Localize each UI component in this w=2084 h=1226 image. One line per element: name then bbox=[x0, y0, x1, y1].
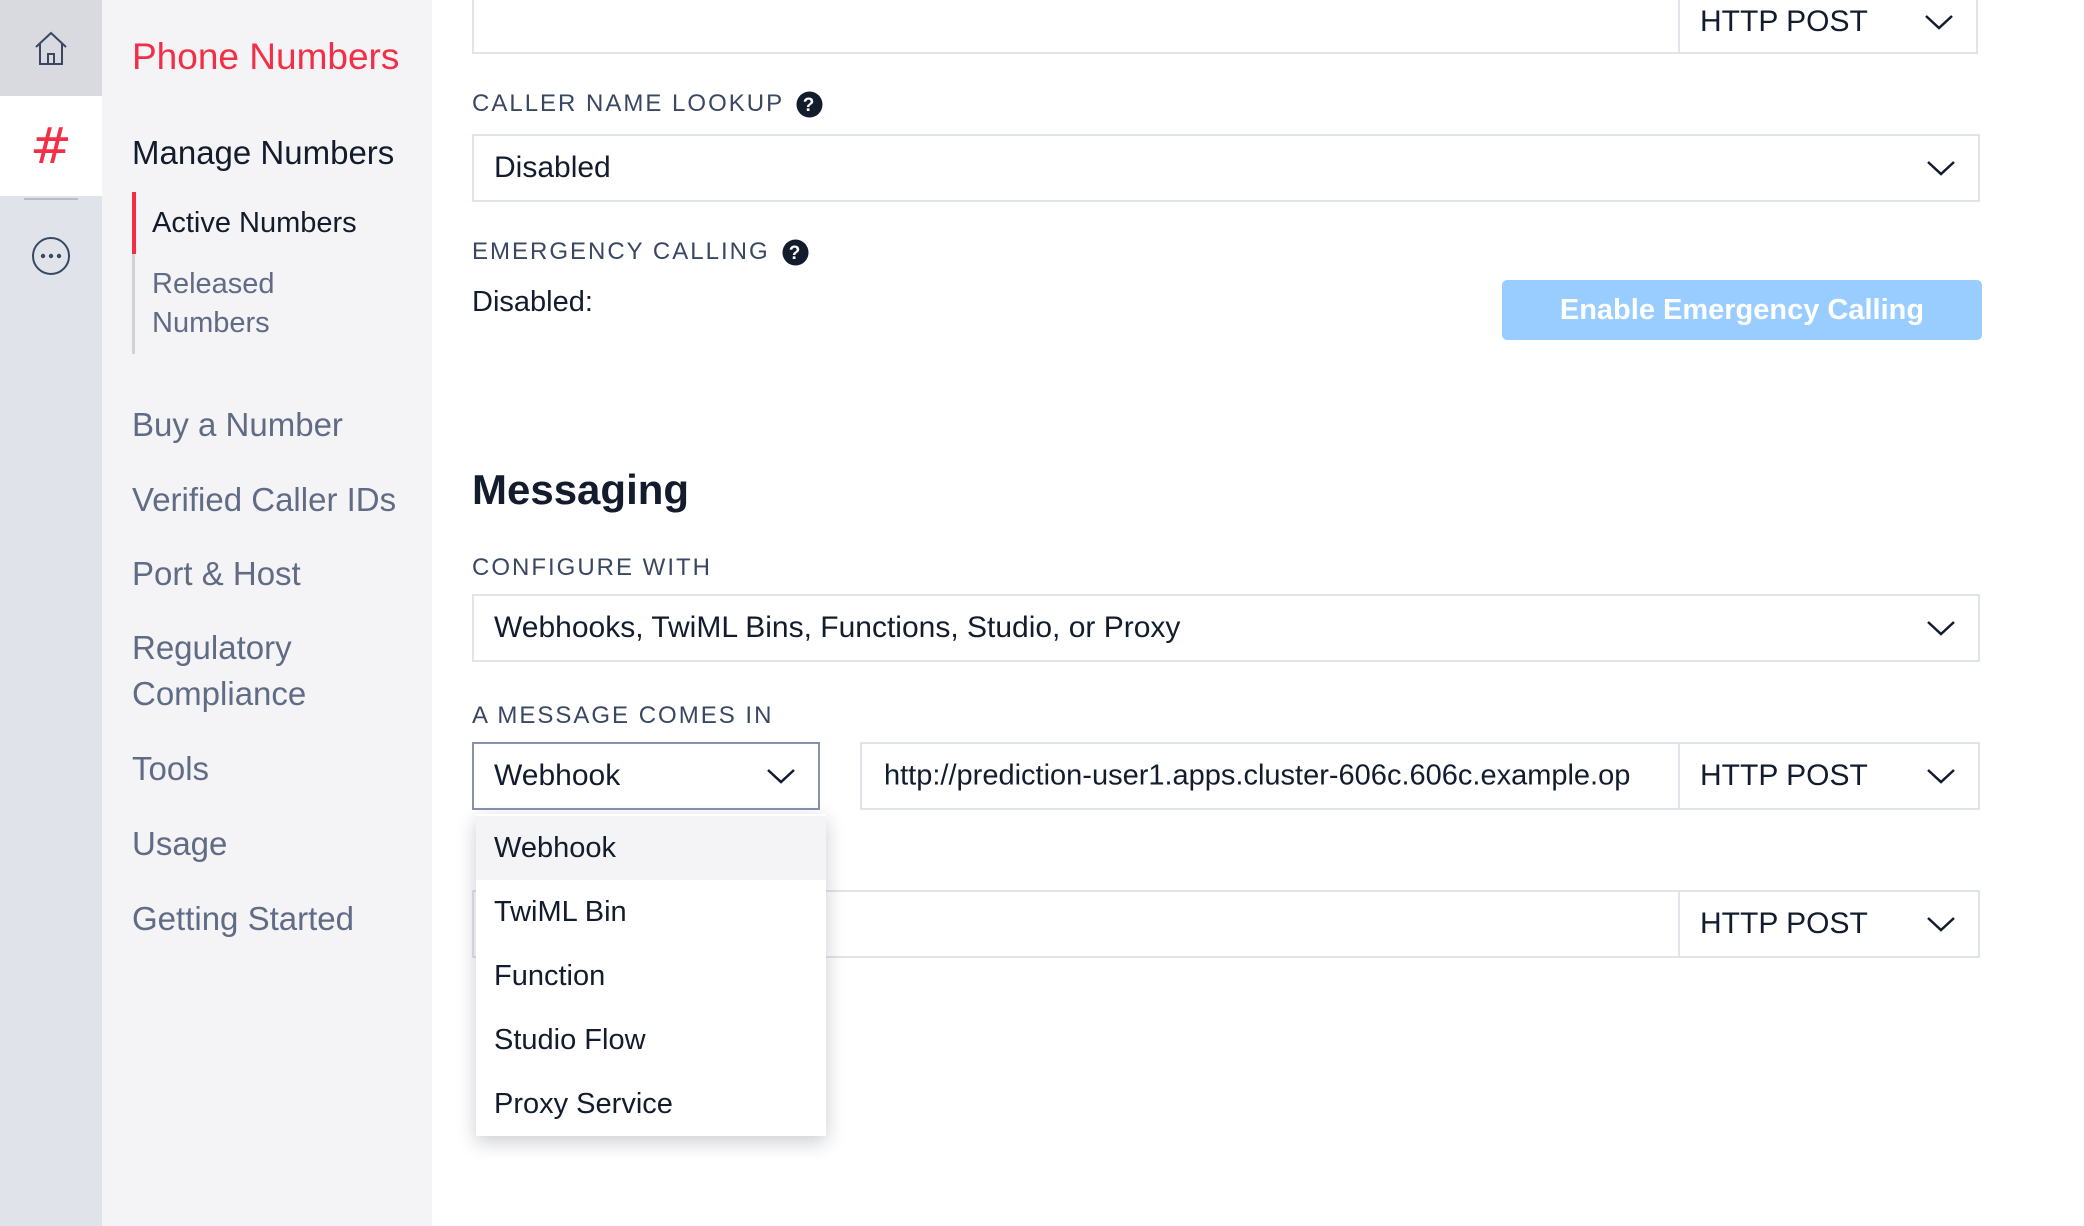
configure-with-label: CONFIGURE WITH bbox=[472, 554, 712, 581]
secondary-nav: Phone Numbers Manage Numbers Active Numb… bbox=[102, 0, 432, 1226]
chevron-down-icon bbox=[767, 769, 795, 784]
emergency-calling-label: EMERGENCY CALLING ? bbox=[472, 238, 809, 266]
enable-emergency-calling-button[interactable]: Enable Emergency Calling bbox=[1502, 280, 1982, 340]
voice-method-select[interactable]: HTTP POST bbox=[1678, 0, 1978, 54]
hash-icon: # bbox=[30, 117, 72, 175]
dropdown-option-studio-flow[interactable]: Studio Flow bbox=[476, 1008, 826, 1072]
nav-item-buy-a-number[interactable]: Buy a Number bbox=[132, 402, 343, 448]
nav-item-released-numbers[interactable]: Released Numbers bbox=[152, 265, 275, 343]
rail-home[interactable] bbox=[0, 0, 102, 96]
message-comes-in-label: A MESSAGE COMES IN bbox=[472, 702, 774, 729]
caller-name-lookup-text: CALLER NAME LOOKUP bbox=[472, 90, 785, 117]
chevron-down-icon bbox=[1925, 15, 1953, 30]
chevron-down-icon bbox=[1927, 161, 1955, 176]
fail-method-select[interactable]: HTTP POST bbox=[1678, 890, 1980, 958]
nav-item-verified-caller-ids[interactable]: Verified Caller IDs bbox=[132, 477, 396, 523]
caller-name-lookup-value: Disabled bbox=[494, 151, 611, 184]
configure-with-value: Webhooks, TwiML Bins, Functions, Studio,… bbox=[494, 611, 1181, 644]
message-type-value: Webhook bbox=[494, 759, 621, 792]
svg-text:?: ? bbox=[788, 243, 802, 264]
messaging-heading: Messaging bbox=[472, 466, 690, 513]
message-type-dropdown: Webhook TwiML Bin Function Studio Flow P… bbox=[476, 814, 826, 1136]
svg-text:?: ? bbox=[803, 95, 817, 116]
caller-name-lookup-label: CALLER NAME LOOKUP ? bbox=[472, 90, 823, 118]
dropdown-option-webhook[interactable]: Webhook bbox=[476, 816, 826, 880]
chevron-down-icon bbox=[1927, 621, 1955, 636]
message-url-input[interactable]: http://prediction-user1.apps.cluster-606… bbox=[860, 742, 1680, 810]
message-method-value: HTTP POST bbox=[1700, 759, 1868, 792]
nav-item-getting-started[interactable]: Getting Started bbox=[132, 896, 354, 942]
more-icon bbox=[32, 237, 70, 275]
chevron-down-icon bbox=[1927, 917, 1955, 932]
caller-name-lookup-select[interactable]: Disabled bbox=[472, 134, 1980, 202]
emergency-status: Disabled: bbox=[472, 286, 593, 318]
message-method-select[interactable]: HTTP POST bbox=[1678, 742, 1980, 810]
voice-method-value: HTTP POST bbox=[1700, 5, 1868, 38]
main-content: HTTP POST CALLER NAME LOOKUP ? Disabled … bbox=[432, 0, 2084, 1226]
configure-with-select[interactable]: Webhooks, TwiML Bins, Functions, Studio,… bbox=[472, 594, 1980, 662]
nav-item-tools[interactable]: Tools bbox=[132, 746, 209, 792]
nav-item-usage[interactable]: Usage bbox=[132, 821, 227, 867]
home-icon bbox=[35, 31, 67, 65]
rail-phone-numbers[interactable]: # bbox=[0, 96, 102, 196]
rail-more[interactable] bbox=[0, 208, 102, 304]
dropdown-option-proxy-service[interactable]: Proxy Service bbox=[476, 1072, 826, 1136]
message-url-value: http://prediction-user1.apps.cluster-606… bbox=[884, 759, 1631, 792]
icon-rail: # bbox=[0, 0, 102, 1226]
nav-item-port-host[interactable]: Port & Host bbox=[132, 551, 301, 597]
dropdown-option-twiml-bin[interactable]: TwiML Bin bbox=[476, 880, 826, 944]
nav-section-manage-numbers[interactable]: Manage Numbers bbox=[132, 134, 394, 172]
nav-active-indicator bbox=[132, 192, 136, 254]
rail-divider bbox=[24, 198, 78, 200]
help-icon[interactable]: ? bbox=[796, 91, 823, 118]
nav-item-regulatory-compliance[interactable]: Regulatory Compliance bbox=[132, 625, 306, 717]
dropdown-option-function[interactable]: Function bbox=[476, 944, 826, 1008]
chevron-down-icon bbox=[1927, 769, 1955, 784]
nav-item-active-numbers[interactable]: Active Numbers bbox=[152, 204, 357, 243]
nav-title[interactable]: Phone Numbers bbox=[132, 36, 399, 78]
emergency-calling-text: EMERGENCY CALLING bbox=[472, 238, 770, 265]
help-icon[interactable]: ? bbox=[782, 239, 809, 266]
fail-method-value: HTTP POST bbox=[1700, 907, 1868, 940]
message-type-select[interactable]: Webhook bbox=[472, 742, 820, 810]
nav-group-bar bbox=[132, 192, 136, 354]
voice-url-input[interactable] bbox=[472, 0, 1680, 54]
